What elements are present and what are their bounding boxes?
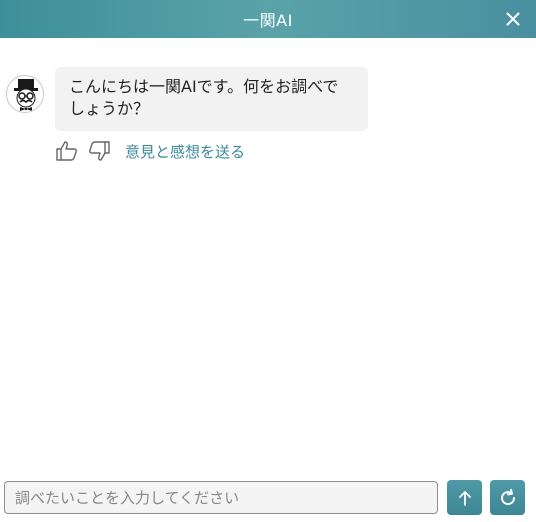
send-feedback-link[interactable]: 意見と感想を送る xyxy=(125,141,245,162)
gentleman-avatar-icon xyxy=(14,79,38,111)
feedback-row: 意見と感想を送る xyxy=(55,138,245,164)
input-area xyxy=(0,468,536,522)
bot-message-bubble: こんにちは一関AIです。何をお調べでしょうか？ xyxy=(55,67,368,131)
bot-message-text: こんにちは一関AIです。何をお調べでしょうか？ xyxy=(69,77,339,118)
refresh-icon xyxy=(500,488,515,505)
thumbs-up-icon xyxy=(56,141,77,161)
bot-avatar xyxy=(6,75,44,113)
close-button[interactable] xyxy=(502,8,524,30)
close-icon xyxy=(506,12,520,26)
chat-header: 一関AI xyxy=(0,0,536,38)
refresh-button[interactable] xyxy=(490,480,525,515)
thumbs-down-button[interactable] xyxy=(87,139,111,163)
chat-input[interactable] xyxy=(4,481,438,514)
thumbs-up-button[interactable] xyxy=(55,139,79,163)
chat-title: 一関AI xyxy=(243,11,293,30)
arrow-up-icon xyxy=(458,490,471,506)
chat-message-area[interactable]: こんにちは一関AIです。何をお調べでしょうか？ 意見と感想を送る xyxy=(0,38,536,468)
send-button[interactable] xyxy=(447,480,482,515)
thumbs-down-icon xyxy=(89,141,110,161)
